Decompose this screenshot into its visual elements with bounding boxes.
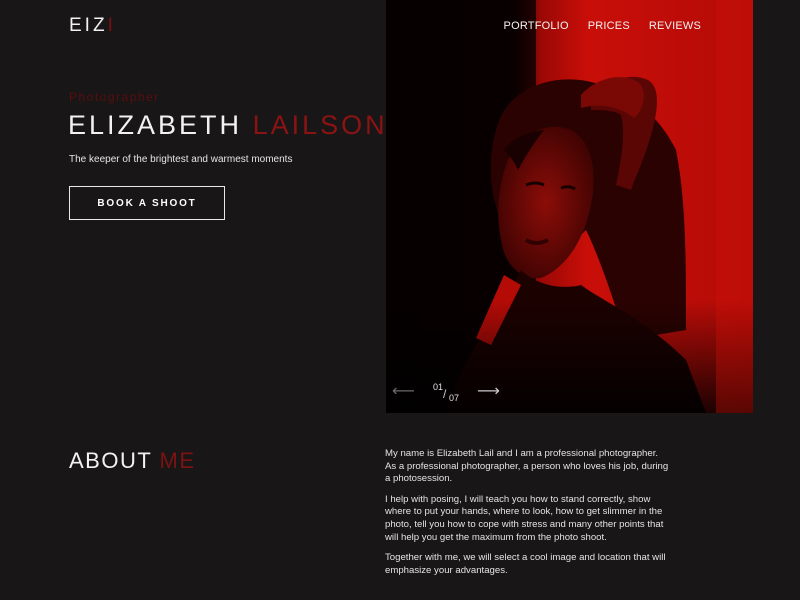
logo[interactable]: EIZI [69,15,116,37]
slide-separator: / [442,387,447,401]
about-paragraph-3: Together with me, we will select a cool … [385,552,666,576]
hero-role: Photographer [69,90,160,104]
nav-item-reviews[interactable]: REVIEWS [649,20,701,32]
about-title: ABOUT ME [69,448,196,474]
nav-item-prices[interactable]: PRICES [588,20,630,32]
hero-tagline: The keeper of the brightest and warmest … [69,154,293,165]
slide-counter: 01 / 07 [429,380,463,404]
nav-item-portfolio[interactable]: PORTFOLIO [504,20,569,32]
about-title-main: ABOUT [69,448,152,473]
hero-photo [386,0,753,413]
about-paragraph-1: My name is Elizabeth Lail and I am a pro… [385,448,669,485]
slider-controls: ⟵ 01 / 07 ⟶ [392,380,500,404]
about-title-accent: ME [159,448,196,473]
page: EIZI PORTFOLIO PRICES REVIEWS Photograph… [0,0,800,600]
logo-text: EIZ [69,15,108,36]
hero-last-name: LAILSON [252,110,388,140]
slide-current: 01 [432,382,443,392]
book-shoot-button[interactable]: BOOK A SHOOT [69,186,225,220]
hero-name: ELIZABETH LAILSON [68,110,388,141]
arrow-left-icon[interactable]: ⟵ [392,384,415,400]
about-text: My name is Elizabeth Lail and I am a pro… [385,448,670,585]
hero-first-name: ELIZABETH [68,110,243,140]
logo-accent: I [107,15,116,36]
main-nav: PORTFOLIO PRICES REVIEWS [504,20,701,32]
about-paragraph-2: I help with posing, I will teach you how… [385,493,664,543]
arrow-right-icon[interactable]: ⟶ [477,384,500,400]
slide-total: 07 [448,393,459,403]
hero-photo-art [386,0,753,413]
